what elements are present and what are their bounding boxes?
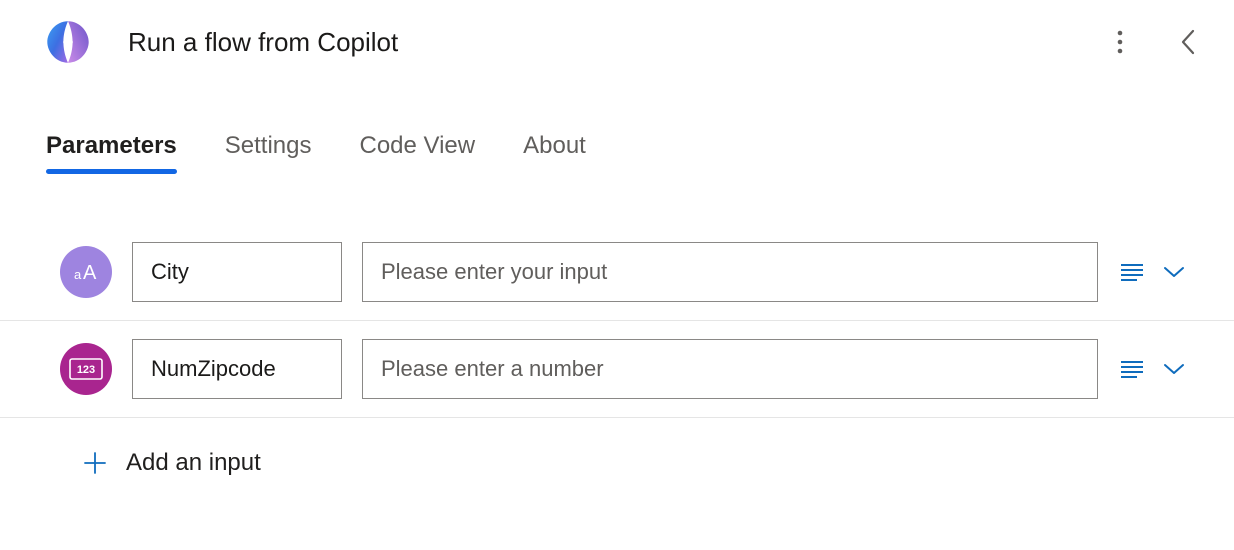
input-value-field[interactable]: [362, 339, 1098, 399]
tab-label: Code View: [359, 132, 475, 159]
input-expand-button[interactable]: [1160, 355, 1188, 383]
list-icon: [1120, 360, 1144, 378]
text-type-icon: a A: [60, 246, 112, 298]
tab-label: Parameters: [46, 132, 177, 159]
input-rows: a A: [0, 224, 1234, 418]
ellipsis-vertical-icon: [1117, 30, 1123, 54]
svg-text:a: a: [74, 267, 82, 282]
panel-title: Run a flow from Copilot: [128, 27, 1104, 58]
input-options-button[interactable]: [1118, 355, 1146, 383]
tab-label: About: [523, 132, 586, 159]
tab-about[interactable]: About: [523, 132, 586, 174]
input-row-actions: [1118, 258, 1188, 286]
input-expand-button[interactable]: [1160, 258, 1188, 286]
input-name-field[interactable]: [132, 242, 342, 302]
input-row: a A: [0, 224, 1234, 321]
tab-label: Settings: [225, 132, 312, 159]
header-actions: [1104, 26, 1204, 58]
add-input-label: Add an input: [126, 449, 261, 477]
add-input-button[interactable]: Add an input: [0, 418, 1234, 478]
copilot-icon: [44, 18, 92, 66]
tab-settings[interactable]: Settings: [225, 132, 312, 174]
input-options-button[interactable]: [1118, 258, 1146, 286]
more-options-button[interactable]: [1104, 26, 1136, 58]
panel-tabs: Parameters Settings Code View About: [0, 74, 1234, 174]
svg-text:123: 123: [77, 364, 95, 376]
input-value-field[interactable]: [362, 242, 1098, 302]
tab-code-view[interactable]: Code View: [359, 132, 475, 174]
input-name-field[interactable]: [132, 339, 342, 399]
collapse-button[interactable]: [1172, 26, 1204, 58]
plus-icon: [80, 448, 110, 478]
panel-header: Run a flow from Copilot: [0, 10, 1234, 74]
input-row: 123: [0, 321, 1234, 418]
list-icon: [1120, 263, 1144, 281]
number-type-icon: 123: [60, 343, 112, 395]
tab-parameters[interactable]: Parameters: [46, 132, 177, 174]
flow-trigger-panel: Run a flow from Copilot Parameters Setti…: [0, 0, 1234, 478]
chevron-down-icon: [1163, 265, 1185, 279]
svg-text:A: A: [83, 262, 97, 284]
chevron-left-icon: [1180, 29, 1196, 55]
input-row-actions: [1118, 355, 1188, 383]
chevron-down-icon: [1163, 362, 1185, 376]
